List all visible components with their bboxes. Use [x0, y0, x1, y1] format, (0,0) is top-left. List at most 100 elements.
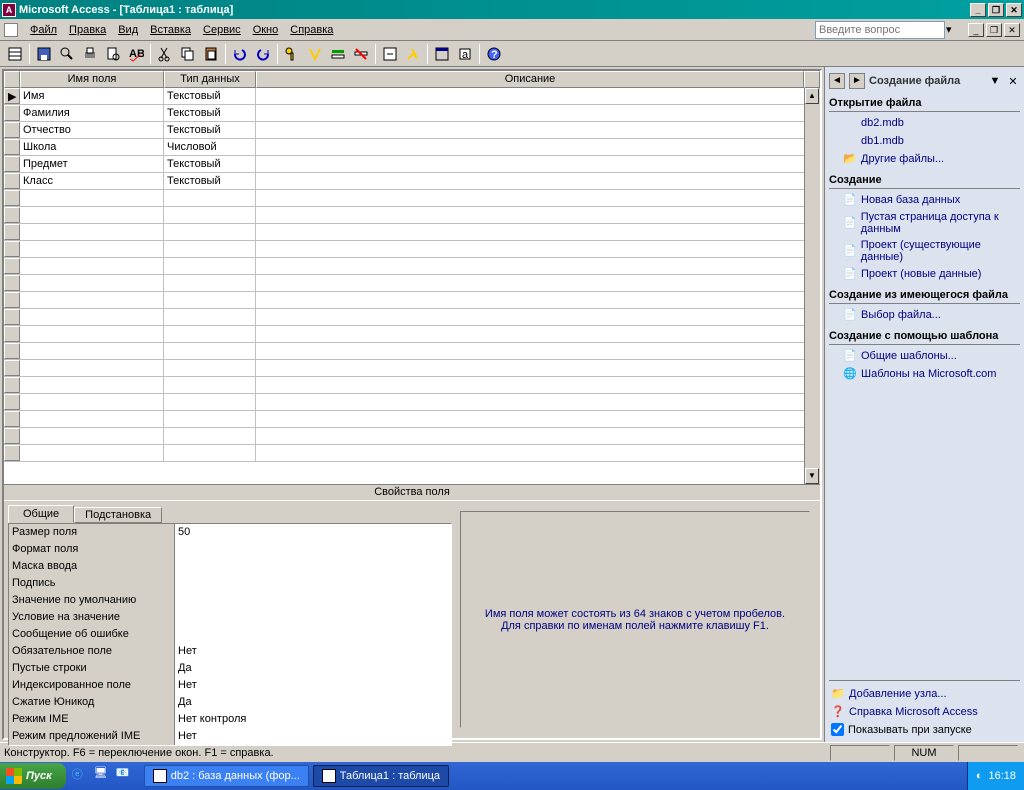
- field-row[interactable]: [4, 241, 820, 258]
- data-type-header[interactable]: Тип данных: [164, 71, 256, 88]
- view-button[interactable]: [4, 43, 26, 65]
- description-cell[interactable]: [256, 241, 820, 257]
- description-cell[interactable]: [256, 343, 820, 359]
- minimize-button[interactable]: _: [970, 3, 986, 17]
- description-cell[interactable]: [256, 224, 820, 240]
- row-selector[interactable]: [4, 326, 20, 342]
- tray-icon[interactable]: ◐: [976, 770, 983, 782]
- field-row[interactable]: [4, 377, 820, 394]
- field-row[interactable]: [4, 394, 820, 411]
- row-selector[interactable]: [4, 428, 20, 444]
- field-name-cell[interactable]: [20, 343, 164, 359]
- data-type-cell[interactable]: [164, 394, 256, 410]
- field-row[interactable]: [4, 190, 820, 207]
- property-value[interactable]: Да: [175, 694, 451, 711]
- start-button[interactable]: Пуск: [0, 763, 66, 789]
- row-selector[interactable]: [4, 309, 20, 325]
- save-button[interactable]: [33, 43, 55, 65]
- description-cell[interactable]: [256, 292, 820, 308]
- description-cell[interactable]: [256, 377, 820, 393]
- data-type-cell[interactable]: Числовой: [164, 139, 256, 155]
- primary-key-button[interactable]: [281, 43, 303, 65]
- property-value[interactable]: Нет: [175, 677, 451, 694]
- field-name-cell[interactable]: [20, 326, 164, 342]
- field-row[interactable]: Предмет Текстовый: [4, 156, 820, 173]
- doc-close-button[interactable]: ✕: [1004, 23, 1020, 37]
- redo-button[interactable]: [252, 43, 274, 65]
- data-type-cell[interactable]: Текстовый: [164, 88, 256, 104]
- row-selector[interactable]: [4, 122, 20, 138]
- taskbar-task-table1[interactable]: Таблица1 : таблица: [313, 765, 449, 787]
- property-value[interactable]: [175, 609, 451, 626]
- data-type-cell[interactable]: [164, 445, 256, 461]
- taskpane-link[interactable]: db2.mdb: [829, 114, 1020, 132]
- field-row[interactable]: [4, 326, 820, 343]
- indexes-button[interactable]: [304, 43, 326, 65]
- field-row[interactable]: [4, 411, 820, 428]
- menu-insert[interactable]: Вставка: [144, 22, 197, 38]
- property-value[interactable]: Нет: [175, 728, 451, 745]
- field-row[interactable]: ▶ Имя Текстовый: [4, 88, 820, 105]
- property-value[interactable]: [175, 558, 451, 575]
- property-value[interactable]: [175, 575, 451, 592]
- field-row[interactable]: Фамилия Текстовый: [4, 105, 820, 122]
- menu-help[interactable]: Справка: [284, 22, 339, 38]
- description-cell[interactable]: [256, 207, 820, 223]
- description-header[interactable]: Описание: [256, 71, 804, 88]
- data-type-cell[interactable]: [164, 190, 256, 206]
- data-type-cell[interactable]: [164, 258, 256, 274]
- close-button[interactable]: ✕: [1006, 3, 1022, 17]
- menu-tools[interactable]: Сервис: [197, 22, 247, 38]
- description-cell[interactable]: [256, 105, 820, 121]
- row-selector[interactable]: [4, 156, 20, 172]
- row-selector[interactable]: [4, 292, 20, 308]
- print-button[interactable]: [79, 43, 101, 65]
- copy-button[interactable]: [177, 43, 199, 65]
- field-name-cell[interactable]: [20, 309, 164, 325]
- field-name-cell[interactable]: [20, 394, 164, 410]
- restore-button[interactable]: ❐: [988, 3, 1004, 17]
- insert-rows-button[interactable]: [327, 43, 349, 65]
- data-type-cell[interactable]: [164, 207, 256, 223]
- field-name-cell[interactable]: [20, 411, 164, 427]
- taskpane-link[interactable]: 📄Общие шаблоны...: [829, 347, 1020, 365]
- taskpane-link[interactable]: 📄Новая база данных: [829, 191, 1020, 209]
- description-cell[interactable]: [256, 360, 820, 376]
- data-type-cell[interactable]: [164, 224, 256, 240]
- property-row[interactable]: Сжатие ЮникодДа: [9, 694, 451, 711]
- row-selector[interactable]: [4, 275, 20, 291]
- row-selector[interactable]: [4, 258, 20, 274]
- menu-window[interactable]: Окно: [247, 22, 285, 38]
- property-row[interactable]: Пустые строкиДа: [9, 660, 451, 677]
- property-row[interactable]: Подпись: [9, 575, 451, 592]
- row-selector[interactable]: [4, 241, 20, 257]
- database-window-button[interactable]: [431, 43, 453, 65]
- description-cell[interactable]: [256, 173, 820, 189]
- scroll-down-button[interactable]: ▼: [805, 468, 819, 484]
- doc-restore-button[interactable]: ❐: [986, 23, 1002, 37]
- taskpane-link[interactable]: 🌐Шаблоны на Microsoft.com: [829, 365, 1020, 383]
- field-name-cell[interactable]: [20, 292, 164, 308]
- system-tray[interactable]: ◐ 16:18: [967, 762, 1024, 790]
- field-name-header[interactable]: Имя поля: [20, 71, 164, 88]
- description-cell[interactable]: [256, 394, 820, 410]
- field-row[interactable]: [4, 275, 820, 292]
- description-cell[interactable]: [256, 258, 820, 274]
- tab-general[interactable]: Общие: [8, 505, 74, 523]
- data-type-cell[interactable]: [164, 360, 256, 376]
- search-button[interactable]: [56, 43, 78, 65]
- help-button[interactable]: ?: [483, 43, 505, 65]
- taskpane-back-button[interactable]: ◄: [829, 73, 845, 89]
- field-row[interactable]: [4, 428, 820, 445]
- field-row[interactable]: Отчество Текстовый: [4, 122, 820, 139]
- property-row[interactable]: Формат поля: [9, 541, 451, 558]
- spelling-button[interactable]: ABC: [125, 43, 147, 65]
- menu-view[interactable]: Вид: [112, 22, 144, 38]
- data-type-cell[interactable]: Текстовый: [164, 122, 256, 138]
- row-selector[interactable]: [4, 411, 20, 427]
- add-network-place-link[interactable]: 📁Добавление узла...: [829, 685, 1020, 703]
- data-type-cell[interactable]: [164, 411, 256, 427]
- data-type-cell[interactable]: [164, 326, 256, 342]
- taskpane-link[interactable]: 📄Пустая страница доступа к данным: [829, 209, 1020, 237]
- ql-ie-icon[interactable]: ⓔ: [72, 766, 92, 786]
